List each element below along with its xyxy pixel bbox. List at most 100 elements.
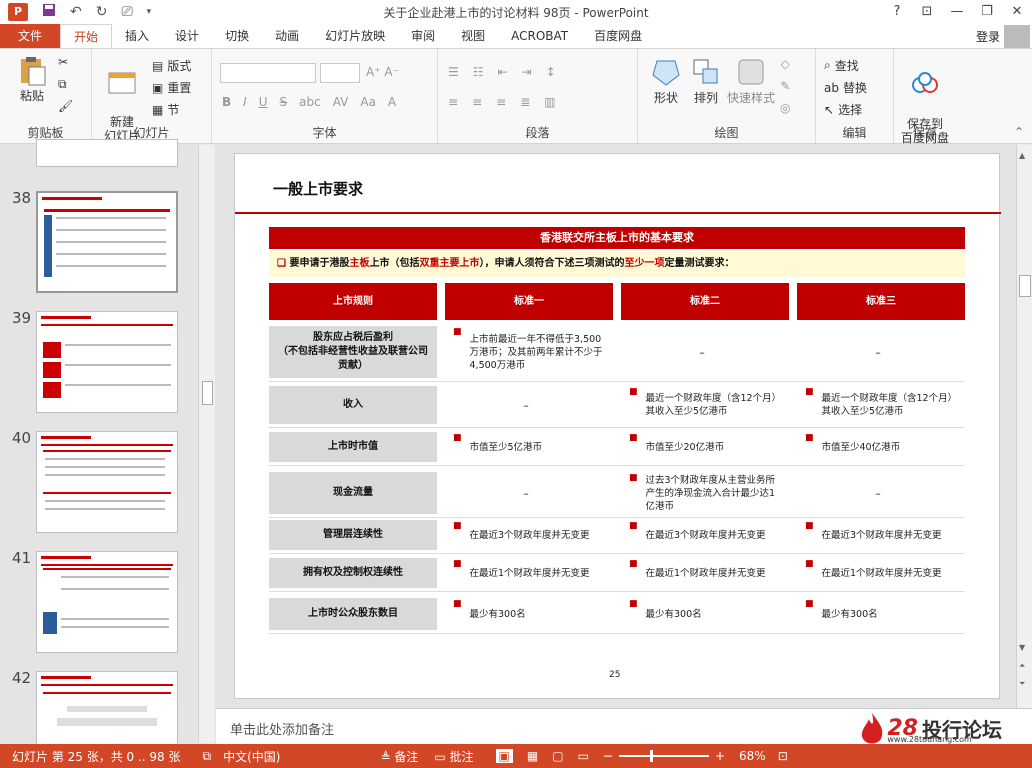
customize-quick-access-icon[interactable]: ▾ — [147, 7, 152, 17]
font-size-field[interactable] — [320, 63, 360, 83]
paste-button[interactable]: 粘贴 — [12, 55, 52, 104]
row-divider — [269, 465, 965, 466]
note-highlight: 双重主要上市 — [419, 258, 480, 269]
section-button[interactable]: ▦ 节 — [152, 101, 179, 118]
baidu-cloud-icon — [910, 71, 940, 101]
layout-label: 版式 — [167, 59, 192, 73]
table-banner[interactable]: 香港联交所主板上市的基本要求 — [269, 227, 965, 249]
notes-button[interactable]: ≜ 备注 — [380, 748, 418, 765]
notes-placeholder[interactable]: 单击此处添加备注 — [230, 719, 334, 738]
zoom-in-button[interactable]: + — [715, 749, 725, 763]
tab-animations[interactable]: 动画 — [262, 24, 312, 48]
format-painter-icon[interactable]: 🖌 — [58, 99, 73, 113]
thumbnails-scrollbar[interactable] — [198, 145, 215, 743]
tab-insert[interactable]: 插入 — [112, 24, 162, 48]
list-icons[interactable]: ☰ ☷ ⇤ ⇥ ↕ — [448, 65, 556, 79]
bullet-icon: ■ — [629, 433, 638, 443]
close-button[interactable]: ✕ — [1002, 0, 1032, 24]
reset-icon: ▣ — [152, 80, 164, 95]
replace-button[interactable]: ab 替换 — [824, 79, 867, 96]
slideshow-view-icon[interactable]: ▭ — [578, 749, 589, 763]
quick-styles-button[interactable]: 快速样式 — [726, 57, 776, 106]
next-slide-icon[interactable]: ⏷ — [1019, 679, 1025, 689]
shape-format-icons[interactable]: ◇ ✎ ◎ — [780, 57, 790, 115]
login-link[interactable]: 登录 — [976, 28, 1000, 45]
zoom-slider[interactable] — [618, 750, 709, 762]
zoom-level[interactable]: 68% — [739, 749, 766, 763]
spellcheck-icon[interactable]: ⧉ — [203, 749, 212, 764]
requirement-note[interactable]: ❑ 要申请于港股主板上市（包括双重主要上市），申请人须符合下述三项测试的至少一项… — [269, 251, 965, 277]
language-indicator[interactable]: 中文(中国) — [223, 748, 280, 765]
table-cell: – — [797, 472, 965, 514]
find-label: 查找 — [834, 59, 859, 73]
help-button[interactable]: ? — [882, 0, 912, 24]
layout-button[interactable]: ▤ 版式 — [152, 57, 191, 74]
paste-label: 粘贴 — [19, 89, 44, 103]
notes-pane[interactable]: 单击此处添加备注 28 投行论坛 www.28touhang.com — [216, 708, 1032, 744]
slide-thumbnail[interactable] — [36, 191, 178, 293]
bullet-icon: ■ — [453, 327, 462, 337]
align-icons[interactable]: ≡ ≡ ≡ ≣ ▥ — [448, 95, 556, 109]
cut-icon[interactable]: ✂ — [58, 55, 68, 69]
minimize-button[interactable]: — — [942, 0, 972, 24]
copy-icon[interactable]: ⧉ — [58, 77, 67, 92]
restore-button[interactable]: ❐ — [972, 0, 1002, 24]
table-cell-text: 最少有300名 — [469, 608, 526, 620]
shapes-button[interactable]: 形状 — [644, 57, 688, 106]
reading-view-icon[interactable]: ▢ — [552, 749, 563, 763]
logo-url: www.28touhang.com — [887, 735, 972, 744]
ribbon-display-options-icon[interactable]: ⊡ — [912, 0, 942, 24]
normal-view-icon[interactable]: ▣ — [495, 749, 513, 763]
slide-number: 42 — [12, 669, 32, 687]
table-cell-text: 在最近1个财政年度并无变更 — [645, 567, 766, 579]
collapse-ribbon-icon[interactable]: ⌃ — [1014, 125, 1024, 139]
table-header-rules: 上市规则 — [269, 283, 437, 320]
save-icon[interactable] — [42, 3, 56, 21]
tab-file[interactable]: 文件 — [0, 24, 61, 48]
tab-review[interactable]: 审阅 — [398, 24, 448, 48]
select-button[interactable]: ↖ 选择 — [824, 101, 862, 118]
undo-icon[interactable]: ↶ — [70, 4, 82, 20]
bullet-icon: ■ — [629, 559, 638, 569]
tab-slideshow[interactable]: 幻灯片放映 — [312, 24, 398, 48]
tab-transitions[interactable]: 切换 — [212, 24, 262, 48]
scroll-up-icon[interactable]: ▲ — [1019, 151, 1025, 160]
fit-to-window-icon[interactable]: ⊡ — [778, 749, 788, 763]
slide-thumbnail[interactable] — [36, 311, 178, 413]
slide-thumbnail[interactable] — [36, 671, 178, 745]
slide-thumbnail[interactable] — [36, 139, 178, 167]
slide-thumbnail[interactable] — [36, 431, 178, 533]
tab-design[interactable]: 设计 — [162, 24, 212, 48]
slide-title[interactable]: 一般上市要求 — [273, 178, 363, 199]
font-group-label: 字体 — [312, 126, 337, 140]
arrange-button[interactable]: 排列 — [686, 57, 726, 106]
table-cell-text: 最少有300名 — [821, 608, 878, 620]
font-format-icons[interactable]: B I U Sabc AV Aa A — [222, 95, 396, 109]
zoom-out-button[interactable]: − — [603, 749, 613, 763]
comments-button[interactable]: ▭ 批注 — [434, 748, 473, 765]
slide-sorter-icon[interactable]: ▦ — [527, 749, 538, 763]
slide-thumbnail[interactable] — [36, 551, 178, 653]
tab-home[interactable]: 开始 — [60, 23, 113, 49]
font-grow-icon[interactable]: A⁺ A⁻ — [366, 65, 399, 79]
slide-canvas[interactable]: 一般上市要求 香港联交所主板上市的基本要求 ❑ 要申请于港股主板上市（包括双重主… — [234, 153, 1001, 699]
font-name-field[interactable] — [220, 63, 316, 83]
reset-button[interactable]: ▣ 重置 — [152, 79, 191, 96]
scroll-down-icon[interactable]: ▼ — [1019, 643, 1025, 652]
table-cell: – — [797, 326, 965, 378]
bullet-icon: ■ — [453, 599, 462, 609]
zoom-slider-thumb[interactable] — [649, 750, 653, 762]
redo-icon[interactable]: ↻ — [96, 4, 108, 20]
start-slideshow-icon[interactable]: ⎚ — [121, 4, 132, 20]
find-button[interactable]: ⌕ 查找 — [824, 57, 859, 74]
tab-baidu[interactable]: 百度网盘 — [581, 24, 655, 48]
table-cell: – — [445, 386, 613, 424]
table-cell-text: 最近一个财政年度（含12个月）其收入至少5亿港币 — [821, 393, 958, 417]
tab-view[interactable]: 视图 — [448, 24, 498, 48]
slide-scrollbar[interactable]: ▲ ▼ ⏶ ⏷ — [1016, 145, 1032, 708]
note-highlight: 主板 — [349, 258, 370, 269]
previous-slide-icon[interactable]: ⏶ — [1019, 661, 1025, 671]
tab-acrobat[interactable]: ACROBAT — [498, 24, 581, 48]
thumbnails-scroll-thumb[interactable] — [202, 381, 213, 405]
slide-scroll-thumb[interactable] — [1019, 275, 1031, 297]
